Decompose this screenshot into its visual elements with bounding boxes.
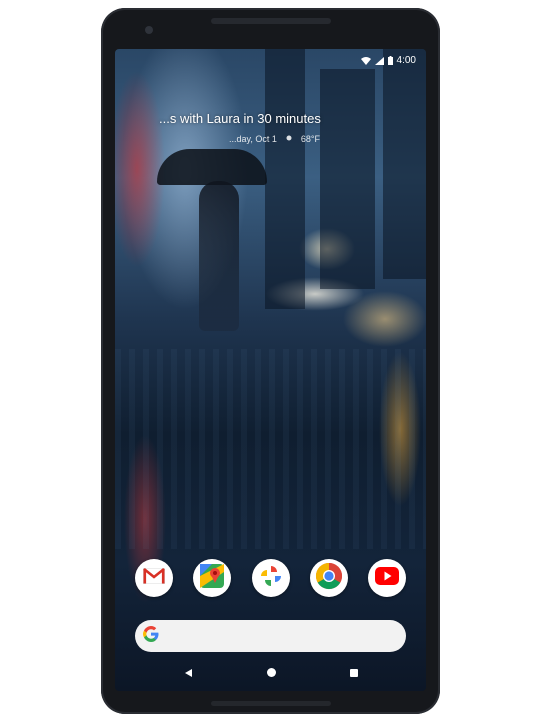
status-bar: 4:00 — [360, 55, 416, 66]
wifi-icon — [360, 56, 371, 65]
photos-icon — [259, 564, 283, 593]
overview-icon — [350, 664, 358, 682]
phone-frame: 4:00 ...s with Laura in 30 minutes ...da… — [101, 8, 440, 714]
top-speaker — [211, 18, 331, 24]
at-a-glance-widget[interactable]: ...s with Laura in 30 minutes ...day, Oc… — [159, 111, 419, 144]
gmail-app[interactable] — [135, 559, 173, 597]
app-dock — [135, 559, 406, 599]
maps-app[interactable] — [193, 559, 232, 597]
youtube-app[interactable] — [368, 559, 406, 597]
weather-icon — [285, 134, 293, 144]
glance-weather: 68°F — [300, 134, 320, 144]
wallpaper-building — [320, 69, 375, 289]
home-button[interactable] — [265, 667, 277, 679]
wallpaper-building — [265, 49, 305, 309]
overview-button[interactable] — [348, 667, 360, 679]
gmail-icon — [142, 567, 166, 589]
battery-icon — [387, 56, 393, 65]
back-button[interactable] — [182, 667, 194, 679]
home-icon — [266, 664, 276, 682]
wallpaper-reflection — [115, 349, 426, 549]
glance-date: ...day, Oct 1 — [229, 134, 277, 144]
home-screen: 4:00 ...s with Laura in 30 minutes ...da… — [115, 49, 426, 691]
chrome-app[interactable] — [309, 559, 348, 597]
bottom-speaker — [211, 701, 331, 706]
front-camera — [145, 26, 153, 34]
wallpaper-building — [383, 49, 426, 279]
chrome-icon — [315, 562, 343, 595]
navigation-bar — [115, 663, 426, 683]
youtube-icon — [375, 566, 399, 590]
maps-icon — [200, 563, 225, 593]
glance-event: ...s with Laura in 30 minutes — [159, 111, 321, 126]
wallpaper-figure — [199, 181, 239, 331]
signal-icon — [374, 56, 384, 65]
photos-app[interactable] — [251, 559, 290, 597]
wallpaper-umbrella — [157, 149, 267, 185]
google-g-icon — [143, 625, 159, 647]
status-time: 4:00 — [396, 55, 416, 66]
back-icon — [184, 664, 192, 682]
google-search-bar[interactable] — [135, 620, 406, 652]
